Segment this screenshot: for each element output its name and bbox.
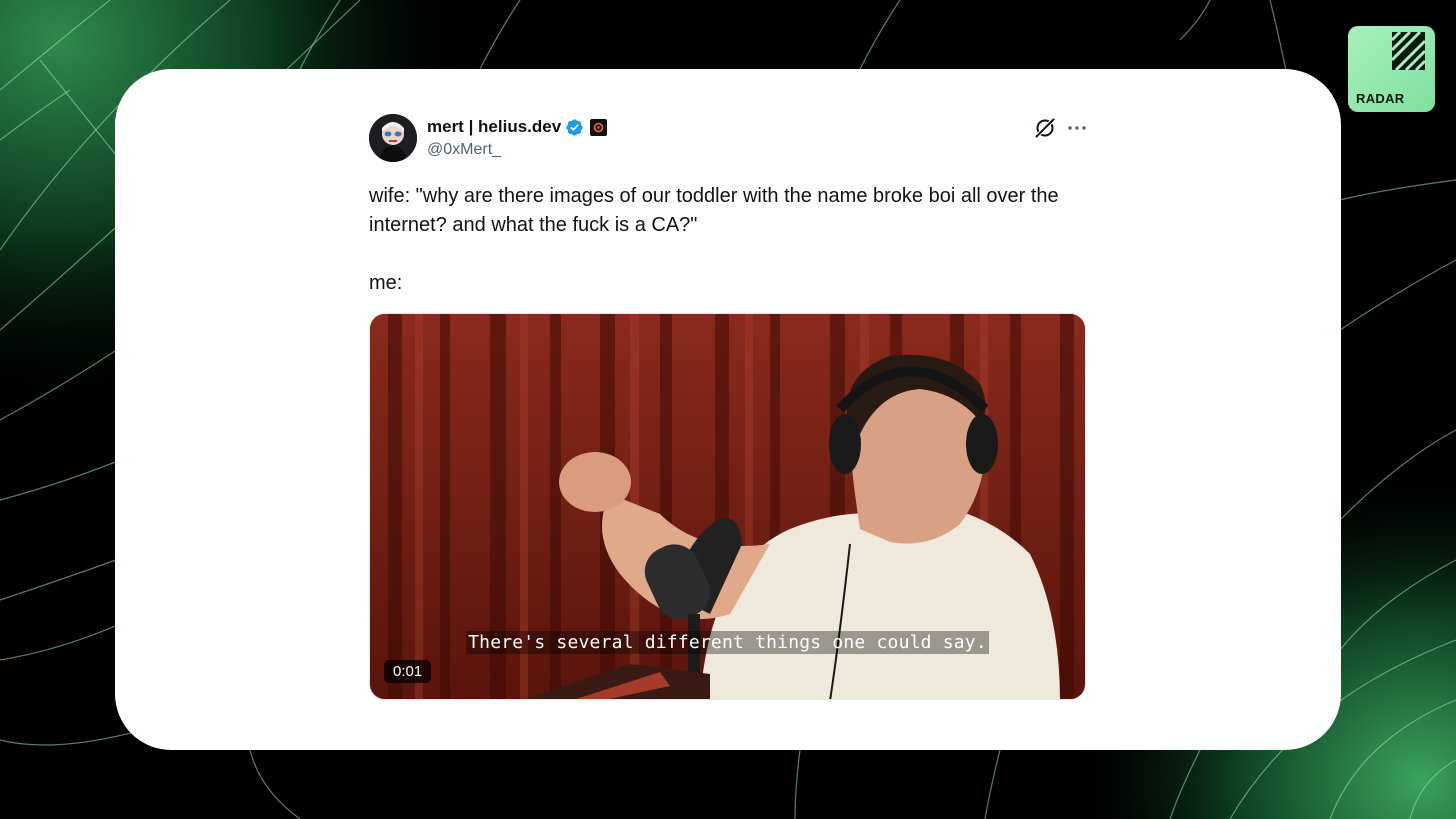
- more-icon[interactable]: [1065, 116, 1089, 140]
- radar-logo: RADAR: [1348, 26, 1435, 112]
- author-name-row: mert | helius.dev: [427, 116, 608, 138]
- tweet-video[interactable]: There's several different things one cou…: [369, 313, 1086, 700]
- radar-logo-text: RADAR: [1356, 91, 1405, 106]
- verified-badge-icon: [566, 118, 583, 136]
- page-background: mert | helius.dev @0xMert_ wife: "why ar…: [0, 0, 1456, 819]
- avatar-image: [369, 114, 417, 162]
- avatar[interactable]: [369, 114, 417, 162]
- tweet-card: mert | helius.dev @0xMert_ wife: "why ar…: [115, 69, 1341, 750]
- affiliate-logo: [593, 122, 604, 132]
- tweet-text-line: wife: "why are there images of our toddl…: [369, 185, 1059, 236]
- tweet-text-line: me:: [369, 272, 403, 294]
- tweet-text: wife: "why are there images of our toddl…: [369, 182, 1087, 298]
- affiliate-badge-icon[interactable]: [590, 118, 608, 136]
- video-timestamp: 0:01: [384, 660, 432, 683]
- video-subtitle: There's several different things one cou…: [370, 631, 1085, 654]
- video-subtitle-text: There's several different things one cou…: [466, 631, 989, 654]
- grok-icon[interactable]: [1033, 116, 1057, 140]
- author-display-name[interactable]: mert | helius.dev: [427, 117, 561, 137]
- author-handle[interactable]: @0xMert_: [427, 141, 501, 159]
